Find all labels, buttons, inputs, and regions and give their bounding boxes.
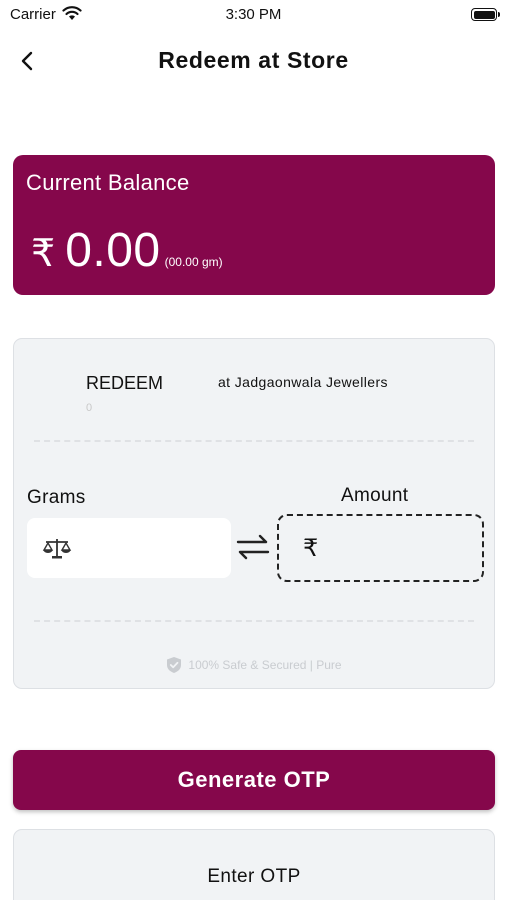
- store-name: at Jadgaonwala Jewellers: [218, 374, 388, 390]
- rupee-symbol: ₹: [31, 233, 56, 275]
- generate-otp-button[interactable]: Generate OTP: [13, 750, 495, 810]
- amount-label: Amount: [341, 485, 409, 506]
- grams-input[interactable]: [27, 518, 231, 578]
- secure-text: 100% Safe & Secured | Pure: [188, 658, 342, 672]
- redeem-card: REDEEM 0 at Jadgaonwala Jewellers Grams …: [13, 338, 495, 689]
- amount-currency: ₹: [303, 534, 319, 562]
- amount-input[interactable]: ₹: [277, 514, 484, 582]
- status-time: 3:30 PM: [225, 6, 282, 23]
- enter-otp-label: Enter OTP: [207, 866, 301, 887]
- nav-bar: Redeem at Store: [0, 38, 507, 82]
- redeem-sub-value: 0: [86, 402, 93, 414]
- swap-arrows-icon[interactable]: [235, 529, 271, 565]
- enter-otp-card[interactable]: Enter OTP: [13, 829, 495, 900]
- grams-label: Grams: [27, 487, 86, 508]
- balance-value: 0.00: [65, 224, 161, 277]
- secure-note: 100% Safe & Secured | Pure: [14, 656, 494, 674]
- page-title: Redeem at Store: [158, 47, 349, 73]
- balance-grams: (00.00 gm): [164, 255, 223, 269]
- divider: [34, 440, 474, 442]
- balance-card: Current Balance ₹ 0.00 (00.00 gm): [13, 155, 495, 295]
- divider: [34, 620, 474, 622]
- balance-amount: ₹ 0.00 (00.00 gm): [31, 223, 223, 278]
- shield-check-icon: [167, 657, 182, 673]
- redeem-label: REDEEM: [86, 373, 164, 393]
- balance-title: Current Balance: [26, 170, 190, 195]
- status-bar: Carrier 3:30 PM: [0, 0, 507, 30]
- battery-icon: [471, 8, 500, 21]
- scale-icon: [42, 539, 72, 559]
